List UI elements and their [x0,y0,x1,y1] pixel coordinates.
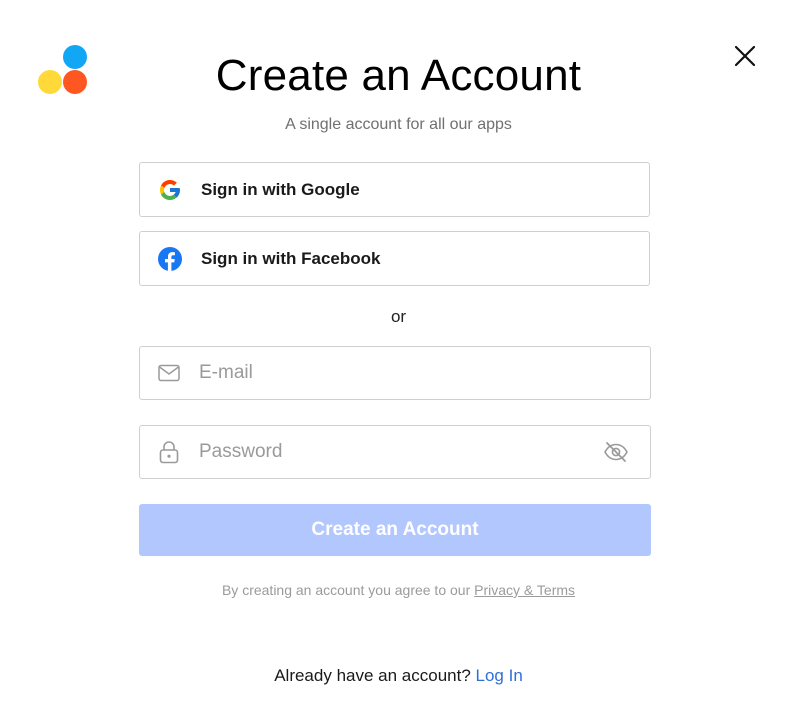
mail-icon [157,361,181,385]
facebook-icon [157,246,183,272]
facebook-signin-label: Sign in with Facebook [201,248,381,268]
email-field-container [139,346,651,400]
login-prompt: Already have an account? Log In [0,666,797,686]
signup-modal: Create an Account A single account for a… [0,0,797,714]
email-field[interactable] [197,361,650,385]
login-link[interactable]: Log In [476,666,523,685]
login-prompt-text: Already have an account? [274,666,476,685]
eye-off-icon[interactable] [602,438,630,466]
terms-text: By creating an account you agree to our [221,582,475,598]
or-divider: or [390,307,407,326]
password-field[interactable] [197,440,602,464]
facebook-signin-button[interactable]: Sign in with Facebook [139,231,650,286]
page-subtitle: A single account for all our apps [285,116,512,133]
create-account-button[interactable]: Create an Account [139,504,651,556]
page-title: Create an Account [215,51,582,100]
lock-icon [157,440,181,464]
google-icon [157,177,183,203]
password-field-container [139,425,651,479]
terms-notice: By creating an account you agree to our … [0,582,797,598]
privacy-terms-link[interactable]: Privacy & Terms [474,582,575,598]
google-signin-button[interactable]: Sign in with Google [139,162,650,217]
google-signin-label: Sign in with Google [201,179,360,199]
